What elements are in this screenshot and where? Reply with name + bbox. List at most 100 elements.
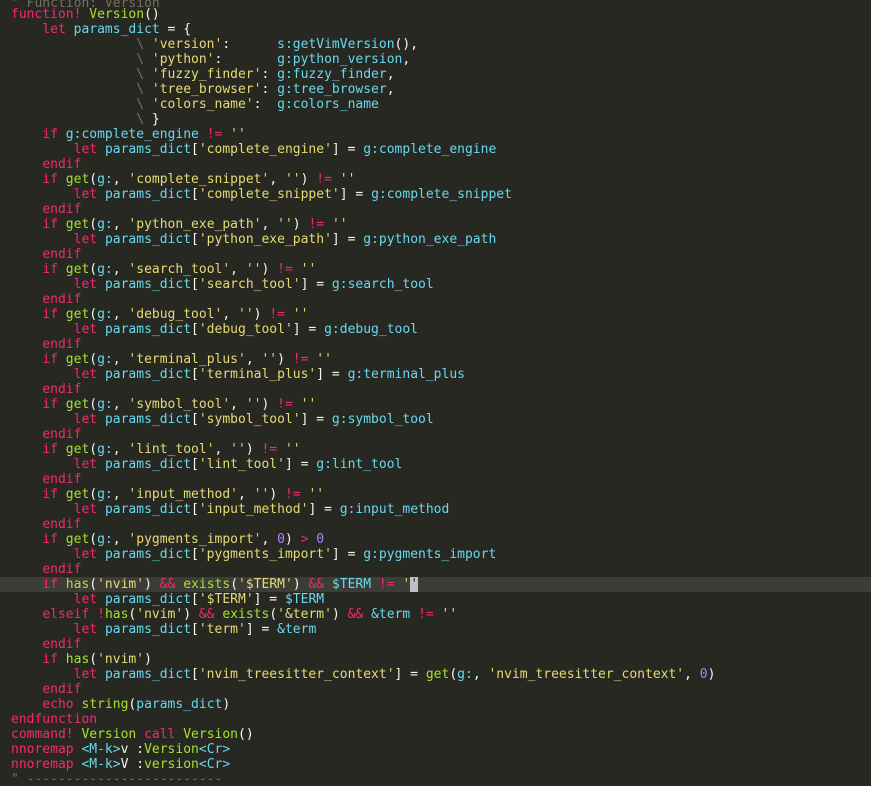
code-token: let xyxy=(73,592,98,607)
code-token: endfunction xyxy=(11,712,98,727)
code-token: ( xyxy=(89,652,98,667)
code-line[interactable]: nnoremap <M-k>v :Version<Cr> xyxy=(0,742,871,757)
code-token: ( xyxy=(89,532,98,547)
code-line[interactable]: " Function: Version xyxy=(0,0,871,7)
code-line[interactable]: if get(g:, 'complete_snippet', '') != '' xyxy=(0,172,871,187)
code-line[interactable]: \ 'version': s:getVimVersion(), xyxy=(0,37,871,52)
code-line[interactable]: endif xyxy=(0,292,871,307)
code-line[interactable]: let params_dict = { xyxy=(0,22,871,37)
code-line[interactable]: let params_dict['$TERM'] = $TERM xyxy=(0,592,871,607)
code-token: endif xyxy=(42,682,82,697)
code-line[interactable]: let params_dict['term'] = &term xyxy=(0,622,871,637)
code-token: 0 xyxy=(316,532,325,547)
code-token: , xyxy=(261,217,278,232)
code-line[interactable]: endif xyxy=(0,517,871,532)
code-line[interactable]: endif xyxy=(0,157,871,172)
code-line[interactable]: \ 'python': g:python_version, xyxy=(0,52,871,67)
code-token: ) xyxy=(284,532,301,547)
code-line[interactable]: function! Version() xyxy=(0,7,871,22)
code-line[interactable]: endfunction xyxy=(0,712,871,727)
code-token: '' xyxy=(238,307,254,322)
code-token: g: xyxy=(97,262,113,277)
code-line[interactable]: nnoremap <M-k>V :version<Cr> xyxy=(0,757,871,772)
code-line[interactable]: endif xyxy=(0,247,871,262)
code-line-current[interactable]: if has('nvim') && exists('$TERM') && $TE… xyxy=(0,577,871,592)
code-line[interactable]: let params_dict['pygments_import'] = g:p… xyxy=(0,547,871,562)
code-line[interactable]: if get(g:, 'python_exe_path', '') != '' xyxy=(0,217,871,232)
code-line[interactable]: " ------------------------- xyxy=(0,772,871,783)
code-line[interactable]: if get(g:, 'terminal_plus', '') != '' xyxy=(0,352,871,367)
code-line[interactable]: let params_dict['nvim_treesitter_context… xyxy=(0,667,871,682)
code-line[interactable]: endif xyxy=(0,382,871,397)
code-line[interactable]: if get(g:, 'debug_tool', '') != '' xyxy=(0,307,871,322)
code-line[interactable]: if get(g:, 'lint_tool', '') != '' xyxy=(0,442,871,457)
code-token: '' xyxy=(292,307,309,322)
code-line[interactable]: echo string(params_dict) xyxy=(0,697,871,712)
code-line[interactable]: elseif !has('nvim') && exists('&term') &… xyxy=(0,607,871,622)
code-token: g: xyxy=(97,352,113,367)
code-line[interactable]: let params_dict['input_method'] = g:inpu… xyxy=(0,502,871,517)
code-token: has xyxy=(104,607,129,622)
code-token: ( xyxy=(230,577,239,592)
code-line[interactable]: let params_dict['complete_engine'] = g:c… xyxy=(0,142,871,157)
code-token: ] = xyxy=(300,412,332,427)
code-token: params_dict xyxy=(104,277,192,292)
code-line[interactable]: endif xyxy=(0,682,871,697)
code-token: '' xyxy=(230,442,246,457)
code-line[interactable]: let params_dict['python_exe_path'] = g:p… xyxy=(0,232,871,247)
code-token: let xyxy=(42,22,66,37)
code-token: ] = xyxy=(331,142,364,157)
code-line[interactable]: command! Version call Version() xyxy=(0,727,871,742)
code-line[interactable]: let params_dict['symbol_tool'] = g:symbo… xyxy=(0,412,871,427)
code-token: [ xyxy=(191,667,199,682)
code-line[interactable]: if get(g:, 'search_tool', '') != '' xyxy=(0,262,871,277)
code-token: , xyxy=(261,532,278,547)
text-cursor: ' xyxy=(410,577,419,592)
code-token: '' xyxy=(339,172,356,187)
code-token: \ xyxy=(136,112,145,127)
code-line[interactable]: endif xyxy=(0,562,871,577)
code-line[interactable]: if get(g:, 'input_method', '') != '' xyxy=(0,487,871,502)
code-line[interactable]: if g:complete_engine != '' xyxy=(0,127,871,142)
code-line[interactable]: let params_dict['complete_snippet'] = g:… xyxy=(0,187,871,202)
code-token: } xyxy=(144,112,160,127)
code-line[interactable]: \ 'tree_browser': g:tree_browser, xyxy=(0,82,871,97)
code-token: '' xyxy=(316,352,332,367)
code-line[interactable]: let params_dict['search_tool'] = g:searc… xyxy=(0,277,871,292)
code-line[interactable]: let params_dict['debug_tool'] = g:debug_… xyxy=(0,322,871,337)
code-token: exists xyxy=(222,607,270,622)
code-token: , xyxy=(112,307,129,322)
code-token: &term xyxy=(277,622,317,637)
code-line[interactable]: endif xyxy=(0,337,871,352)
code-line[interactable]: if get(g:, 'pygments_import', 0) > 0 xyxy=(0,532,871,547)
code-line[interactable]: endif xyxy=(0,637,871,652)
code-line[interactable]: endif xyxy=(0,427,871,442)
code-token: endif xyxy=(42,247,82,262)
code-token: " Function: Version xyxy=(11,0,160,7)
code-token: ) xyxy=(261,262,278,277)
code-line[interactable]: let params_dict['lint_tool'] = g:lint_to… xyxy=(0,457,871,472)
code-token: 'terminal_plus' xyxy=(128,352,246,367)
code-line[interactable]: endif xyxy=(0,472,871,487)
code-token: g:pygments_import xyxy=(363,547,497,562)
code-token: ( xyxy=(269,607,278,622)
code-line[interactable]: if get(g:, 'symbol_tool', '') != '' xyxy=(0,397,871,412)
code-line[interactable]: let params_dict['terminal_plus'] = g:ter… xyxy=(0,367,871,382)
code-line[interactable]: \ 'colors_name': g:colors_name xyxy=(0,97,871,112)
code-line[interactable]: \ 'fuzzy_finder': g:fuzzy_finder, xyxy=(0,67,871,82)
code-token: let xyxy=(73,622,98,637)
code-token: params_dict xyxy=(104,412,192,427)
code-token: : xyxy=(222,37,278,52)
code-token: ] = xyxy=(245,622,278,637)
code-line[interactable]: \ } xyxy=(0,112,871,127)
code-line[interactable]: if has('nvim') xyxy=(0,652,871,667)
code-editor[interactable]: " Function: Versionfunction! Version() l… xyxy=(0,0,871,786)
code-token: != xyxy=(206,127,223,142)
code-line[interactable]: endif xyxy=(0,202,871,217)
